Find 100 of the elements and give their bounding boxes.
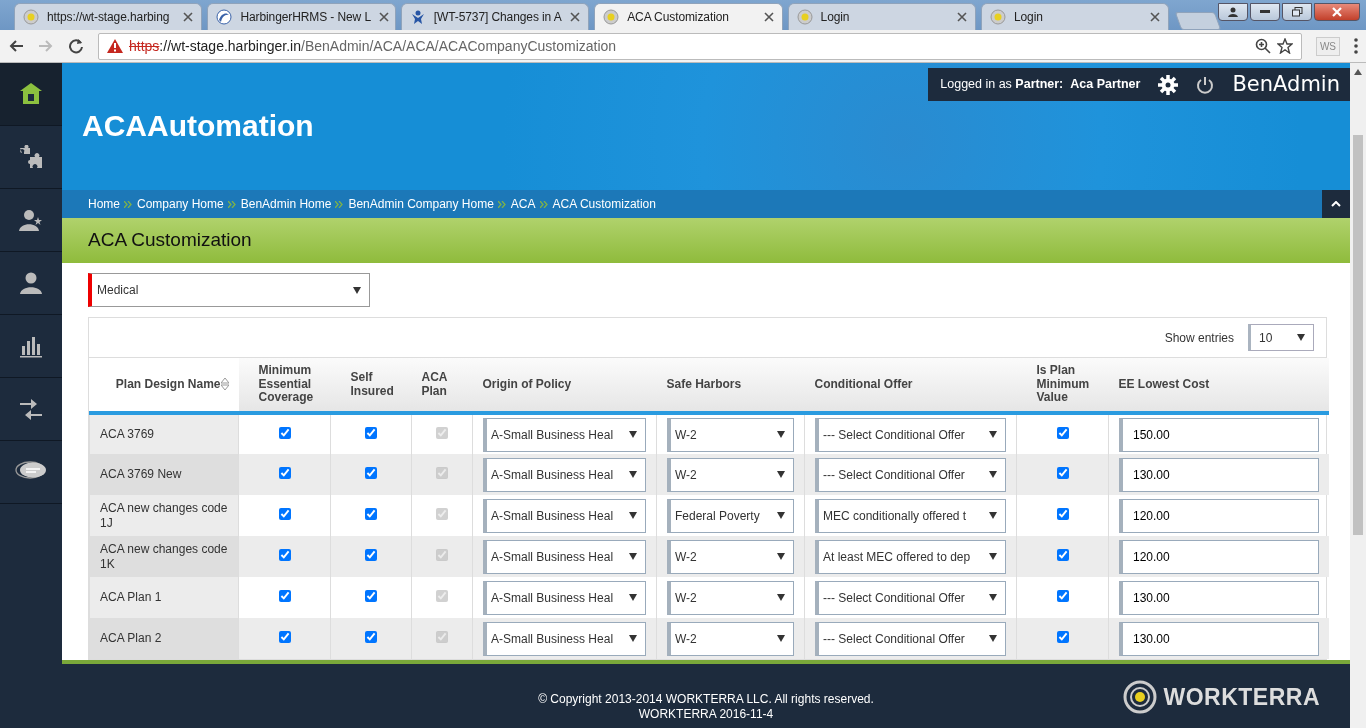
table-cell: ACA Plan 2	[89, 618, 239, 659]
scrollbar[interactable]	[1350, 63, 1366, 728]
menu-icon[interactable]	[1354, 38, 1358, 54]
dropdown-select[interactable]: A-Small Business Heal	[483, 580, 646, 615]
page-title: ACA Customization	[88, 229, 252, 252]
caret-icon	[777, 553, 785, 560]
breadcrumb-link[interactable]: ACA Customization	[552, 195, 656, 213]
benefit-type-select[interactable]: Medical	[88, 273, 370, 307]
browser-tab[interactable]: HarbingerHRMS - New L	[207, 3, 396, 30]
input-field[interactable]: 150.00	[1119, 417, 1319, 452]
checkbox[interactable]	[365, 466, 377, 479]
browser-tab[interactable]: https://wt-stage.harbing	[14, 3, 203, 30]
star-icon[interactable]	[1276, 38, 1293, 54]
dropdown-select[interactable]: A-Small Business Heal	[483, 539, 646, 574]
breadcrumb-link[interactable]: BenAdmin Home	[240, 195, 332, 213]
browser-tab[interactable]: ACA Customization	[594, 3, 783, 30]
caret-icon	[1297, 334, 1305, 341]
input-field[interactable]: 120.00	[1119, 539, 1319, 574]
dropdown-select[interactable]: W-2	[667, 580, 794, 615]
close-icon[interactable]	[379, 12, 389, 22]
power-icon[interactable]	[1196, 75, 1215, 94]
caret-icon	[629, 594, 637, 601]
checkbox[interactable]	[1056, 548, 1069, 561]
checkbox[interactable]	[1056, 466, 1069, 479]
checkbox[interactable]	[365, 548, 377, 561]
settings-icon[interactable]	[1158, 74, 1179, 95]
breadcrumb-link[interactable]: Company Home	[137, 195, 224, 213]
minimize-icon	[1260, 10, 1270, 14]
close-icon[interactable]	[183, 12, 194, 22]
close-icon[interactable]	[570, 12, 581, 22]
dropdown-select[interactable]: --- Select Conditional Offer	[815, 457, 1006, 492]
sort-icon[interactable]	[220, 378, 229, 391]
chevron-icon	[335, 200, 345, 208]
restore-button[interactable]	[1282, 3, 1312, 21]
checkbox[interactable]	[278, 548, 291, 561]
close-icon	[1332, 7, 1342, 17]
dropdown-select[interactable]: A-Small Business Heal	[483, 621, 646, 656]
sidebar-item[interactable]	[0, 63, 62, 126]
column-header: Self Insured	[330, 358, 412, 413]
person-icon	[409, 9, 426, 25]
input-field[interactable]: 120.00	[1119, 498, 1319, 533]
checkbox[interactable]	[365, 630, 377, 643]
dropdown-select[interactable]: A-Small Business Heal	[483, 417, 646, 452]
checkbox[interactable]	[278, 589, 291, 602]
dropdown-select[interactable]: Federal Poverty	[667, 498, 794, 533]
close-icon[interactable]	[763, 12, 774, 22]
dropdown-select[interactable]: W-2	[667, 539, 794, 574]
dropdown-select[interactable]: --- Select Conditional Offer	[815, 621, 1006, 656]
checkbox[interactable]	[278, 507, 291, 520]
zoom-icon[interactable]	[1254, 38, 1271, 54]
reload-icon[interactable]	[68, 38, 84, 54]
dropdown-select[interactable]: --- Select Conditional Offer	[815, 417, 1006, 452]
checkbox[interactable]	[1056, 426, 1069, 439]
address-bar[interactable]: https://wt-stage.harbinger.in/BenAdmin/ACA/ACA/ACACompanyCustomization	[98, 32, 1302, 60]
close-icon[interactable]	[1150, 12, 1161, 22]
collapse-button[interactable]	[1322, 190, 1350, 218]
dropdown-select[interactable]: --- Select Conditional Offer	[815, 580, 1006, 615]
circle-icon	[989, 9, 1006, 25]
dropdown-select[interactable]: At least MEC offered to dep	[815, 539, 1006, 574]
browser-tab[interactable]: Login	[980, 3, 1170, 30]
breadcrumb-link[interactable]: ACA	[510, 195, 536, 213]
scrollbar-thumb[interactable]	[1353, 135, 1363, 535]
breadcrumb-link[interactable]: Home	[88, 195, 120, 213]
caret-icon	[777, 512, 785, 519]
dropdown-select[interactable]: W-2	[667, 417, 794, 452]
checkbox[interactable]	[278, 466, 291, 479]
checkbox[interactable]	[1056, 630, 1069, 643]
checkbox[interactable]	[365, 507, 377, 520]
checkbox[interactable]	[1056, 589, 1069, 602]
checkbox[interactable]	[278, 426, 291, 439]
dropdown-select[interactable]: MEC conditionally offered t	[815, 498, 1006, 533]
checkbox[interactable]	[365, 589, 377, 602]
input-field[interactable]: 130.00	[1119, 580, 1319, 615]
caret-icon	[777, 594, 785, 601]
column-header: Minimum Essential Coverage	[238, 358, 331, 413]
checkbox[interactable]	[365, 426, 377, 439]
checkbox[interactable]	[1056, 507, 1069, 520]
circle-icon	[603, 9, 620, 25]
checkbox[interactable]	[278, 630, 291, 643]
caret-icon	[989, 431, 997, 438]
dropdown-select[interactable]: W-2	[667, 457, 794, 492]
browser-tab[interactable]: Login	[787, 3, 976, 30]
profile-button[interactable]	[1218, 3, 1248, 21]
close-button[interactable]	[1314, 3, 1360, 21]
chevron-icon	[124, 200, 133, 208]
dropdown-select[interactable]: W-2	[667, 621, 794, 656]
back-icon[interactable]	[8, 38, 24, 54]
dropdown-select[interactable]: A-Small Business Heal	[483, 457, 646, 492]
scroll-up-icon[interactable]	[1354, 69, 1362, 75]
table-cell: ACA new changes code 1K	[89, 536, 239, 577]
dropdown-select[interactable]: A-Small Business Heal	[483, 498, 646, 533]
input-field[interactable]: 130.00	[1119, 621, 1319, 656]
input-field[interactable]: 130.00	[1119, 457, 1319, 492]
caret-icon	[629, 431, 637, 438]
minimize-button[interactable]	[1250, 3, 1280, 21]
breadcrumb-link[interactable]: BenAdmin Company Home	[348, 195, 494, 213]
browser-tab[interactable]: [WT-5737] Changes in A	[400, 3, 590, 30]
entries-select[interactable]: 10	[1248, 324, 1314, 351]
home-icon	[19, 82, 43, 106]
close-icon[interactable]	[956, 12, 967, 22]
